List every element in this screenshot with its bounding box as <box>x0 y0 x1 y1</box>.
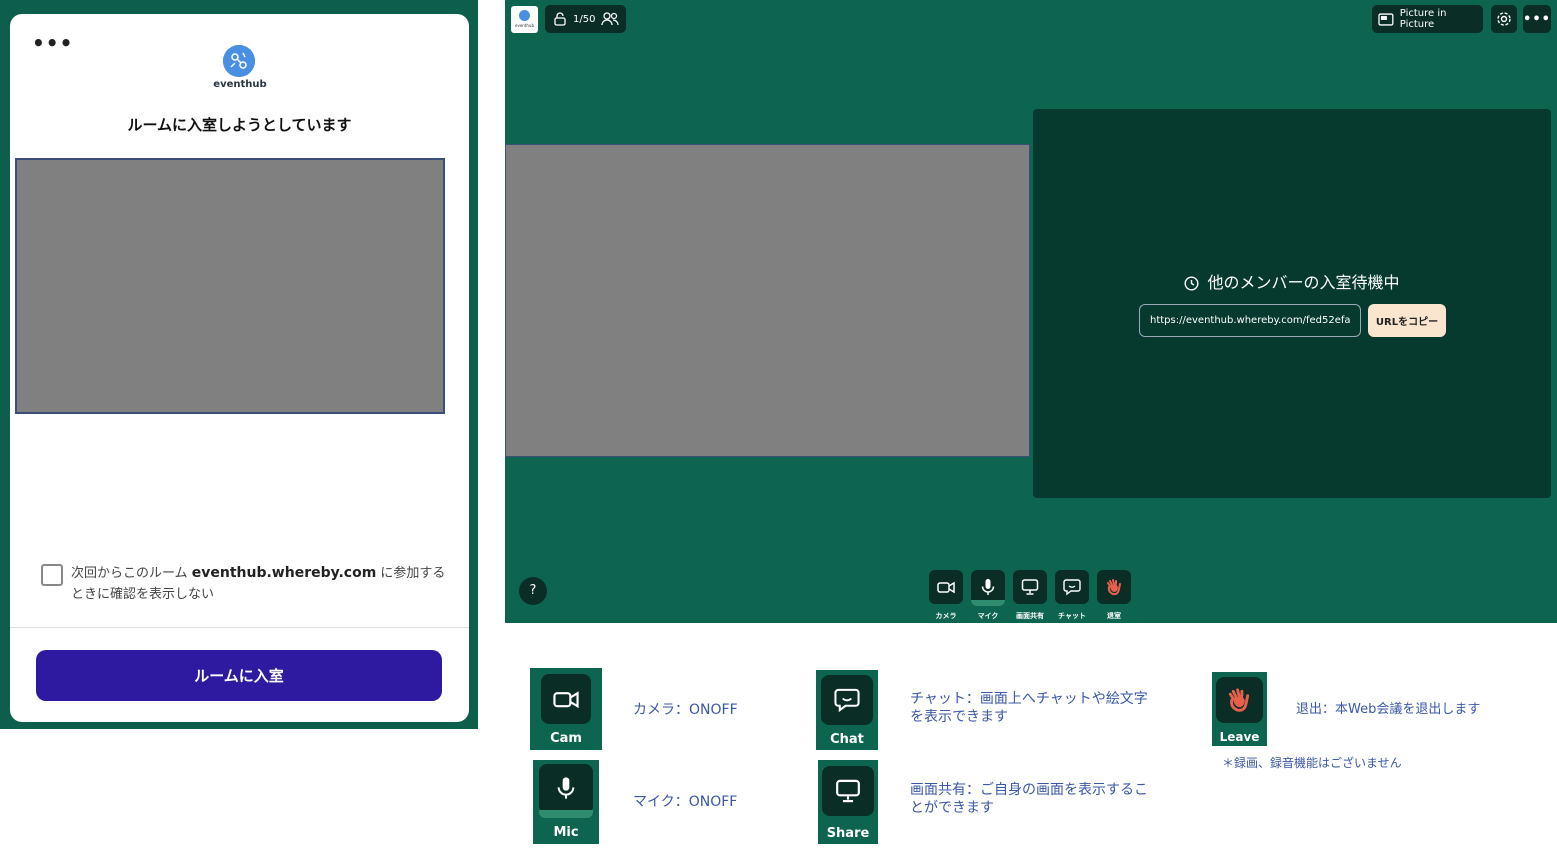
picture-in-picture-button[interactable]: Picture in Picture <box>1372 5 1483 33</box>
legend-mic-description: マイク：ONOFF <box>633 794 738 810</box>
camera-label: カメラ <box>935 612 957 620</box>
waving-hand-icon <box>1228 688 1250 712</box>
leave-label: 退室 <box>1107 612 1121 620</box>
settings-button[interactable] <box>1491 5 1517 33</box>
chat-label: チャット <box>1058 612 1086 620</box>
picture-in-picture-icon <box>1378 12 1394 26</box>
dialog-title: ルームに入室しようとしています <box>127 116 352 134</box>
legend-leave-icon: Leave <box>1212 672 1267 746</box>
waiting-message: 他のメンバーの入室待機中 <box>1033 269 1551 293</box>
more-menu-icon[interactable]: ••• <box>32 33 73 53</box>
legend-mic-icon: Mic <box>533 760 599 844</box>
clock-icon <box>1184 276 1199 291</box>
skip-confirm-label: 次回からこのルーム eventhub.whereby.com に参加するときに確… <box>71 565 446 602</box>
legend-chat-label: Chat <box>830 732 864 747</box>
monitor-icon <box>836 779 860 803</box>
mic-active-indicator <box>971 600 1005 606</box>
join-dialog-frame: ••• eventhub ルームに入室しようとしています 次回からこのルーム e… <box>0 0 478 729</box>
camera-preview <box>15 158 445 414</box>
room-domain: eventhub.whereby.com <box>191 565 377 581</box>
mic-label: マイク <box>977 612 999 620</box>
participant-pill[interactable]: 1/50 <box>545 5 626 33</box>
mic-button[interactable] <box>971 570 1005 604</box>
legend-share-description: 画面共有：ご自身の画面を表示することができます <box>910 782 1148 816</box>
logo-text: eventhub <box>213 79 267 90</box>
legend-chat-description: チャット：画面上へチャットや絵文字を表示できます <box>910 691 1148 725</box>
copy-url-button[interactable]: URLをコピー <box>1368 304 1446 337</box>
camera-icon <box>937 581 955 594</box>
waiting-panel: 他のメンバーの入室待機中 URLをコピー <box>1033 109 1551 498</box>
legend-note: ＊録画、録音機能はございません <box>1222 756 1402 770</box>
more-options-button[interactable]: ••• <box>1523 5 1551 33</box>
skip-confirm-checkbox[interactable] <box>41 564 63 586</box>
microphone-icon <box>557 777 575 799</box>
help-button[interactable]: ? <box>519 577 547 605</box>
legend-mic-label: Mic <box>553 825 579 840</box>
camera-icon <box>553 691 579 709</box>
eventhub-logo-icon <box>223 45 255 77</box>
unlock-icon <box>554 12 566 26</box>
legend-chat-icon: Chat <box>816 670 878 750</box>
room-url-input[interactable] <box>1139 304 1361 337</box>
screen-share-button[interactable] <box>1013 570 1047 604</box>
legend-share-icon: Share <box>818 760 878 844</box>
leave-button[interactable] <box>1097 570 1131 604</box>
legend-leave-description: 退出：本Web会議を退出します <box>1296 702 1481 717</box>
room-logo-icon: eventhub <box>511 6 538 33</box>
chat-icon <box>1063 579 1081 596</box>
mic-active-indicator <box>539 810 593 818</box>
camera-button[interactable] <box>929 570 963 604</box>
waving-hand-icon <box>1107 579 1121 596</box>
share-label: 画面共有 <box>1016 612 1044 620</box>
legend-cam-description: カメラ：ONOFF <box>633 702 738 718</box>
legend-cam-icon: Cam <box>530 668 602 750</box>
legend-leave-label: Leave <box>1219 730 1260 744</box>
join-dialog: ••• eventhub ルームに入室しようとしています 次回からこのルーム e… <box>10 14 469 722</box>
legend-share-label: Share <box>826 826 870 841</box>
join-room-button[interactable]: ルームに入室 <box>36 650 442 701</box>
divider <box>10 627 469 628</box>
monitor-icon <box>1021 579 1039 595</box>
people-icon <box>601 12 620 26</box>
chat-icon <box>834 688 860 713</box>
meeting-room: eventhub 1/50 Picture in Picture ••• 他のメ… <box>505 0 1557 623</box>
legend-cam-label: Cam <box>550 731 582 746</box>
participant-count: 1/50 <box>573 13 596 25</box>
chat-button[interactable] <box>1055 570 1089 604</box>
microphone-icon <box>981 579 995 595</box>
gear-icon <box>1497 12 1511 26</box>
self-video-tile <box>505 144 1030 457</box>
pip-label: Picture in Picture <box>1399 8 1447 30</box>
